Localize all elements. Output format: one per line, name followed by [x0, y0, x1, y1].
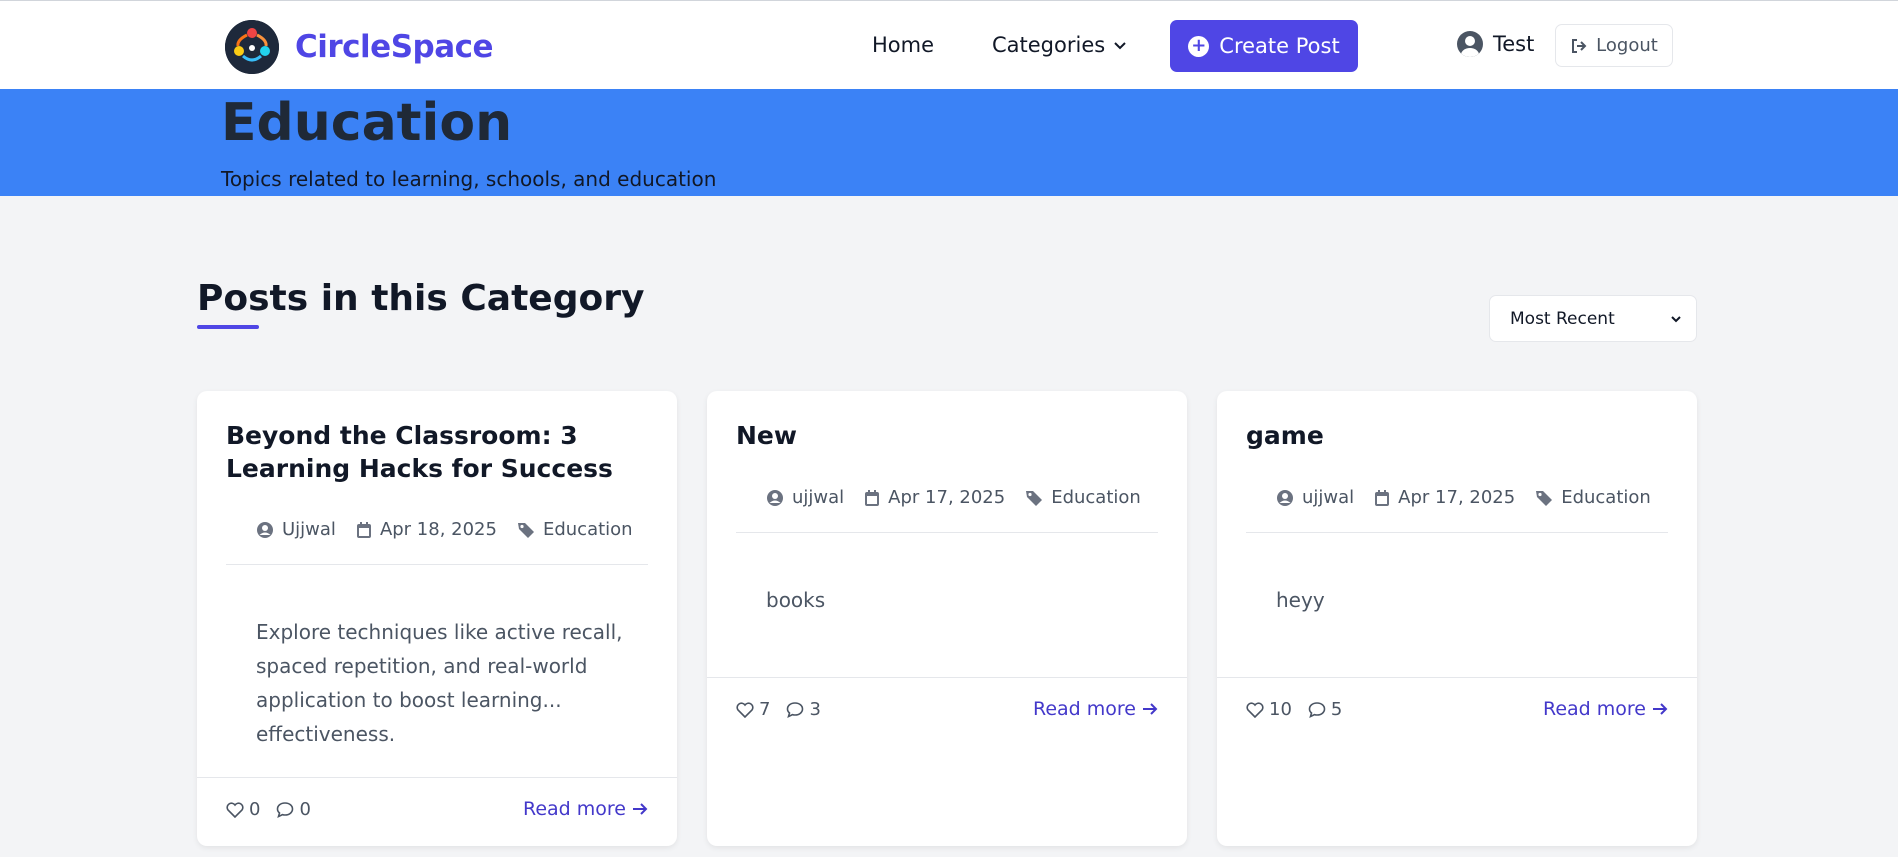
brand-link[interactable]: CircleSpace — [225, 20, 494, 74]
chevron-down-icon — [1113, 38, 1127, 52]
post-author: Ujjwal — [256, 519, 336, 540]
user-menu[interactable]: Test — [1457, 31, 1534, 57]
read-more-link[interactable]: Read more — [1543, 698, 1668, 720]
post-author: ujjwal — [766, 487, 844, 508]
post-card[interactable]: game ujjwal Apr 17, 2025 Education heyy … — [1217, 391, 1697, 846]
card-divider — [1246, 532, 1668, 533]
user-icon — [766, 489, 784, 507]
card-footer-divider — [707, 677, 1187, 678]
post-title[interactable]: game — [1246, 419, 1666, 452]
username: Test — [1493, 32, 1535, 56]
nav-home-link[interactable]: Home — [872, 33, 934, 57]
comment-icon — [1308, 701, 1326, 718]
read-more-link[interactable]: Read more — [523, 798, 648, 820]
post-meta: ujjwal Apr 17, 2025 Education — [766, 487, 1141, 508]
post-date: Apr 18, 2025 — [356, 519, 497, 540]
card-divider — [226, 564, 648, 565]
like-button[interactable]: 10 — [1246, 699, 1292, 720]
comment-icon — [786, 701, 804, 718]
like-button[interactable]: 0 — [226, 799, 260, 820]
tag-icon — [1025, 489, 1043, 507]
post-date: Apr 17, 2025 — [1374, 487, 1515, 508]
arrow-right-icon — [1142, 702, 1158, 716]
post-category: Education — [517, 519, 633, 540]
post-category: Education — [1535, 487, 1651, 508]
post-meta: Ujjwal Apr 18, 2025 Education — [256, 519, 633, 540]
calendar-icon — [1374, 489, 1390, 507]
top-navbar: CircleSpace Home Categories + Create Pos… — [0, 0, 1898, 89]
create-post-label: Create Post — [1219, 34, 1340, 58]
logout-button[interactable]: Logout — [1555, 24, 1673, 67]
post-title[interactable]: Beyond the Classroom: 3 Learning Hacks f… — [226, 419, 646, 485]
comment-count[interactable]: 0 — [276, 799, 311, 820]
post-stats: 7 3 — [736, 699, 821, 720]
sort-select[interactable]: Most Recent — [1489, 295, 1697, 342]
logout-icon — [1570, 37, 1588, 55]
like-button[interactable]: 7 — [736, 699, 770, 720]
comment-icon — [276, 801, 294, 818]
post-author: ujjwal — [1276, 487, 1354, 508]
tag-icon — [517, 521, 535, 539]
read-more-link[interactable]: Read more — [1033, 698, 1158, 720]
heart-icon — [736, 701, 754, 718]
title-underline — [197, 325, 259, 329]
post-card[interactable]: Beyond the Classroom: 3 Learning Hacks f… — [197, 391, 677, 846]
nav-categories-dropdown[interactable]: Categories — [992, 33, 1127, 57]
post-stats: 10 5 — [1246, 699, 1342, 720]
card-footer-divider — [197, 777, 677, 778]
create-post-button[interactable]: + Create Post — [1170, 20, 1358, 72]
card-footer-divider — [1217, 677, 1697, 678]
post-date: Apr 17, 2025 — [864, 487, 1005, 508]
heart-icon — [226, 801, 244, 818]
user-icon — [1276, 489, 1294, 507]
calendar-icon — [356, 521, 372, 539]
sort-selected-value: Most Recent — [1510, 308, 1615, 329]
category-hero: Education Topics related to learning, sc… — [0, 89, 1898, 196]
post-card[interactable]: New ujjwal Apr 17, 2025 Education books … — [707, 391, 1187, 846]
post-category: Education — [1025, 487, 1141, 508]
chevron-down-icon — [1670, 313, 1682, 325]
circlespace-logo — [225, 20, 279, 74]
comment-count[interactable]: 5 — [1308, 699, 1342, 720]
calendar-icon — [864, 489, 880, 507]
user-icon — [256, 521, 274, 539]
logout-label: Logout — [1596, 35, 1658, 56]
nav-categories-label: Categories — [992, 33, 1106, 57]
arrow-right-icon — [632, 802, 648, 816]
category-title: Education — [221, 93, 513, 153]
post-title[interactable]: New — [736, 419, 1156, 452]
arrow-right-icon — [1652, 702, 1668, 716]
tag-icon — [1535, 489, 1553, 507]
section-title: Posts in this Category — [197, 278, 645, 319]
post-excerpt: heyy — [1276, 588, 1325, 612]
heart-icon — [1246, 701, 1264, 718]
card-divider — [736, 532, 1158, 533]
post-excerpt: Explore techniques like active recall, s… — [256, 620, 623, 746]
category-description: Topics related to learning, schools, and… — [221, 167, 717, 191]
user-circle-icon — [1457, 31, 1483, 57]
post-meta: ujjwal Apr 17, 2025 Education — [1276, 487, 1651, 508]
plus-circle-icon: + — [1188, 35, 1210, 57]
post-excerpt: books — [766, 588, 826, 612]
brand-name: CircleSpace — [295, 29, 494, 65]
post-stats: 0 0 — [226, 799, 311, 820]
comment-count[interactable]: 3 — [786, 699, 821, 720]
